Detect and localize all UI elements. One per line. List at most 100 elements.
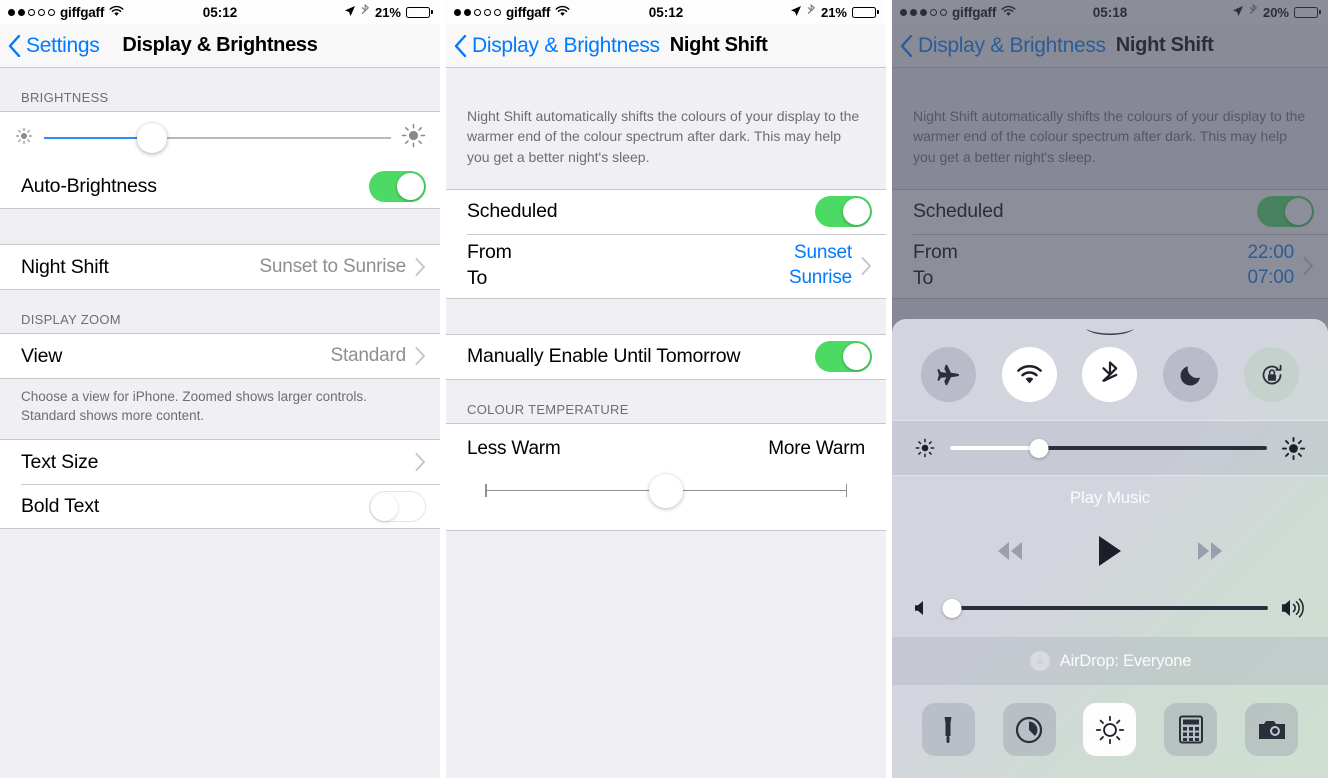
night-shift-value: Sunset to Sunrise	[259, 256, 406, 277]
sun-large-icon	[1281, 436, 1306, 460]
bluetooth-icon	[807, 3, 816, 20]
less-warm-label: Less Warm	[467, 437, 561, 459]
to-value: Sunrise	[788, 267, 852, 289]
chevron-down-grabber-icon	[1086, 329, 1134, 335]
bold-text-row[interactable]: Bold Text	[0, 484, 440, 529]
colour-temperature-slider[interactable]	[467, 473, 865, 508]
volume-max-icon	[1282, 598, 1304, 618]
back-button-label: Display & Brightness	[918, 33, 1106, 57]
airdrop-row[interactable]: AirDrop: Everyone	[892, 637, 1328, 685]
back-button[interactable]: Display & Brightness	[454, 34, 660, 58]
brightness-slider-row	[0, 112, 440, 164]
back-button[interactable]: Display & Brightness	[900, 34, 1106, 58]
schedule-times-row[interactable]: From To Sunset Sunrise	[446, 233, 886, 298]
brightness-group: Auto-Brightness	[0, 111, 440, 209]
night-shift-label: Night Shift	[21, 255, 109, 278]
slider-fill	[950, 446, 1039, 450]
camera-button[interactable]	[1245, 703, 1299, 756]
bluetooth-toggle[interactable]	[1082, 347, 1138, 402]
control-center-grabber[interactable]	[892, 319, 1328, 341]
to-label: To	[913, 267, 934, 290]
night-shift-button[interactable]	[1083, 703, 1137, 756]
page-title: Display & Brightness	[122, 34, 318, 56]
flashlight-icon	[944, 716, 952, 743]
view-value: Standard	[330, 345, 406, 366]
flashlight-button[interactable]	[921, 703, 975, 756]
view-group: View Standard	[0, 333, 440, 379]
view-footnote: Choose a view for iPhone. Zoomed shows l…	[21, 389, 367, 423]
auto-brightness-row[interactable]: Auto-Brightness	[0, 164, 440, 208]
more-warm-label: More Warm	[768, 437, 865, 459]
slider-thumb[interactable]	[136, 123, 167, 153]
rotation-lock-icon	[1262, 364, 1282, 384]
location-arrow-icon	[344, 5, 356, 20]
from-label: From	[467, 241, 512, 264]
slider-tick-max	[845, 483, 847, 497]
brightness-slider[interactable]	[950, 435, 1267, 461]
bold-text-switch[interactable]	[369, 490, 426, 522]
view-label: View	[21, 344, 63, 367]
scheduled-label: Scheduled	[467, 200, 558, 223]
calculator-button[interactable]	[1164, 703, 1218, 756]
timer-icon	[1016, 716, 1043, 743]
chevron-right-icon	[1303, 256, 1313, 275]
from-label: From	[913, 241, 958, 264]
battery-icon	[406, 6, 433, 18]
location-arrow-icon	[1232, 5, 1244, 20]
status-bar: giffgaff 05:18 20%	[892, 0, 1328, 24]
scheduled-switch[interactable]	[815, 196, 872, 228]
night-shift-group: Night Shift Sunset to Sunrise	[0, 244, 440, 290]
page-title: Night Shift	[1115, 34, 1214, 56]
slider-thumb[interactable]	[649, 473, 683, 508]
display-zoom-section-header: DISPLAY ZOOM	[21, 312, 121, 327]
wifi-toggle[interactable]	[1001, 347, 1057, 402]
calculator-icon	[1178, 715, 1203, 744]
battery-icon	[1294, 6, 1321, 18]
fast-forward-button[interactable]	[1191, 538, 1229, 569]
schedule-times-row[interactable]: From To 22:00 07:00	[892, 233, 1328, 298]
scheduled-switch[interactable]	[1257, 196, 1314, 228]
rotation-lock-toggle[interactable]	[1244, 347, 1300, 402]
chevron-right-icon	[861, 256, 871, 275]
manual-enable-row[interactable]: Manually Enable Until Tomorrow	[446, 334, 886, 379]
manual-enable-switch[interactable]	[815, 341, 872, 373]
chevron-left-icon	[900, 34, 913, 57]
volume-slider[interactable]	[942, 595, 1268, 621]
from-value: Sunset	[794, 242, 852, 264]
view-row[interactable]: View Standard	[0, 334, 440, 378]
auto-brightness-switch[interactable]	[369, 170, 426, 202]
battery-icon	[852, 6, 879, 18]
schedule-group: Scheduled From To Sunset Sunrise	[446, 188, 886, 299]
control-center-brightness	[892, 421, 1328, 475]
night-shift-description: Night Shift automatically shifts the col…	[467, 108, 860, 165]
manual-enable-label: Manually Enable Until Tomorrow	[467, 345, 741, 368]
airplane-mode-icon	[937, 364, 960, 385]
chevron-right-icon	[415, 258, 425, 276]
rewind-button[interactable]	[991, 538, 1029, 569]
slider-thumb[interactable]	[1029, 438, 1049, 458]
control-center-toggles	[892, 341, 1328, 420]
location-arrow-icon	[790, 5, 802, 20]
play-button[interactable]	[1095, 534, 1125, 573]
camera-icon	[1258, 720, 1285, 739]
bold-text-label: Bold Text	[21, 494, 100, 517]
airplane-mode-toggle[interactable]	[920, 347, 976, 402]
timer-button[interactable]	[1002, 703, 1056, 756]
sun-large-icon	[401, 123, 426, 153]
do-not-disturb-moon-icon	[1180, 365, 1200, 386]
night-shift-row[interactable]: Night Shift Sunset to Sunrise	[0, 245, 440, 289]
sun-small-icon	[14, 126, 34, 151]
bluetooth-icon	[1249, 3, 1258, 20]
phone-panel-control-center: giffgaff 05:18 20% Display & Brightness …	[892, 0, 1328, 778]
control-center: Play Music AirDrop: Everyone	[892, 319, 1328, 778]
text-size-row[interactable]: Text Size	[0, 440, 440, 485]
chevron-right-icon	[415, 453, 425, 472]
back-button-label: Display & Brightness	[472, 33, 660, 57]
scheduled-row[interactable]: Scheduled	[446, 189, 886, 234]
brightness-slider[interactable]	[44, 123, 391, 153]
do-not-disturb-toggle[interactable]	[1163, 347, 1219, 402]
slider-thumb[interactable]	[942, 598, 962, 618]
slider-track	[942, 606, 1268, 610]
scheduled-row[interactable]: Scheduled	[892, 189, 1328, 234]
